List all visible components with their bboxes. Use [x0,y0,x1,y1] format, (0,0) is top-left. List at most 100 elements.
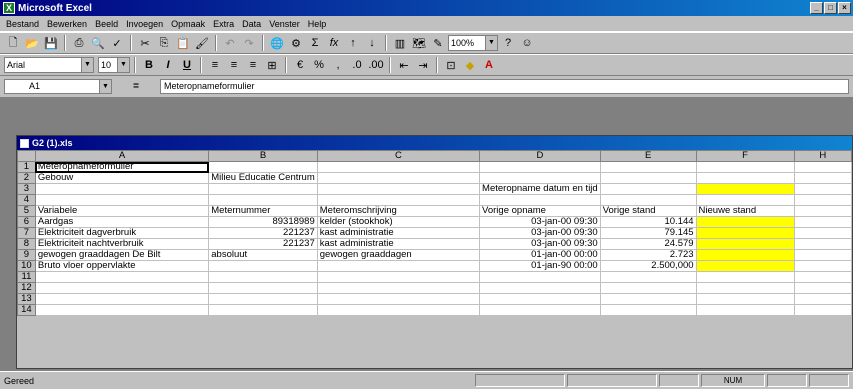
increase-indent-icon[interactable]: ⇥ [414,56,432,74]
sort-descending-icon[interactable]: ↓ [363,34,381,52]
cell-e5[interactable]: Vorige stand [599,205,697,217]
cell-f4[interactable] [695,194,795,206]
column-header-b[interactable]: B [208,150,318,162]
undo-icon[interactable]: ↶ [221,34,239,52]
column-header-f[interactable]: F [695,150,795,162]
cell-b14[interactable] [208,304,318,316]
cell-f3[interactable] [695,183,795,195]
cell-c11[interactable] [316,271,481,283]
cell-c5[interactable]: Meteromschrijving [316,205,481,217]
row-header[interactable]: 8 [17,238,36,250]
cell-d1[interactable] [479,161,601,173]
cell-b3[interactable] [208,183,318,195]
cell-e8[interactable]: 24.579 [599,238,697,250]
cell-c7[interactable]: kast administratie [316,227,481,239]
close-button[interactable]: × [838,2,851,14]
decrease-decimal-icon[interactable]: .00 [367,56,385,74]
format-painter-icon[interactable]: 🖌 [193,34,211,52]
cell-a3[interactable] [34,183,210,195]
bold-icon[interactable]: B [140,56,158,74]
increase-decimal-icon[interactable]: .0 [348,56,366,74]
cell-b9[interactable]: absoluut [208,249,318,261]
cell-h14[interactable] [793,304,853,316]
merge-center-icon[interactable]: ⊞ [263,56,281,74]
cell-f14[interactable] [695,304,795,316]
function-icon[interactable]: fx [325,34,343,52]
menu-help[interactable]: Help [304,19,331,29]
column-header-a[interactable]: A [34,150,210,162]
menu-venster[interactable]: Venster [265,19,304,29]
cell-f2[interactable] [695,172,795,184]
menu-bestand[interactable]: Bestand [2,19,43,29]
cell-b4[interactable] [208,194,318,206]
cell-c8[interactable]: kast administratie [316,238,481,250]
cut-icon[interactable]: ✂ [136,34,154,52]
redo-icon[interactable]: ↷ [240,34,258,52]
cell-f12[interactable] [695,282,795,294]
fill-color-icon[interactable]: ◆ [461,56,479,74]
row-header[interactable]: 11 [17,271,36,283]
minimize-button[interactable]: _ [810,2,823,14]
cell-e12[interactable] [599,282,697,294]
menu-extra[interactable]: Extra [209,19,238,29]
cell-f11[interactable] [695,271,795,283]
cell-h2[interactable] [793,172,853,184]
copy-icon[interactable]: ⎘ [155,34,173,52]
row-header[interactable]: 1 [17,161,36,173]
cell-e7[interactable]: 79.145 [599,227,697,239]
cell-h9[interactable] [793,249,853,261]
autosum-icon[interactable]: Σ [306,34,324,52]
cell-h6[interactable] [793,216,853,228]
cell-d9[interactable]: 01-jan-00 00:00 [479,249,601,261]
cell-b10[interactable] [208,260,318,272]
column-header-c[interactable]: C [316,150,481,162]
row-header[interactable]: 12 [17,282,36,294]
cell-a1[interactable]: Meteropnameformulier [34,161,210,173]
cell-a10[interactable]: Bruto vloer oppervlakte [34,260,210,272]
cell-d12[interactable] [479,282,601,294]
cell-e9[interactable]: 2.723 [599,249,697,261]
cell-c3[interactable] [316,183,481,195]
align-right-icon[interactable]: ≡ [244,56,262,74]
cell-c13[interactable] [316,293,481,305]
cell-c4[interactable] [316,194,481,206]
menu-beeld[interactable]: Beeld [91,19,122,29]
cell-f1[interactable] [695,161,795,173]
name-box[interactable]: A1 ▼ [4,78,112,94]
cell-h5[interactable] [793,205,853,217]
formula-input[interactable]: Meteropnameformulier [160,78,849,94]
maximize-button[interactable]: □ [824,2,837,14]
cell-h10[interactable] [793,260,853,272]
cell-c6[interactable]: kelder (stookhok) [316,216,481,228]
cell-b13[interactable] [208,293,318,305]
column-header-h[interactable]: H [793,150,853,162]
cell-a14[interactable] [34,304,210,316]
save-icon[interactable]: 💾 [42,34,60,52]
cell-e3[interactable] [599,183,697,195]
menu-bewerken[interactable]: Bewerken [43,19,91,29]
cell-d4[interactable] [479,194,601,206]
map-icon[interactable]: 🗺 [410,34,428,52]
cell-a11[interactable] [34,271,210,283]
cell-h12[interactable] [793,282,853,294]
cell-b12[interactable] [208,282,318,294]
row-header[interactable]: 9 [17,249,36,261]
thousands-separator-icon[interactable]: , [329,56,347,74]
office-assistant-icon[interactable]: ☺ [518,34,536,52]
open-folder-icon[interactable]: 📂 [23,34,41,52]
cell-e1[interactable] [599,161,697,173]
currency-icon[interactable]: € [291,56,309,74]
cell-h4[interactable] [793,194,853,206]
cell-h7[interactable] [793,227,853,239]
cell-c14[interactable] [316,304,481,316]
row-header[interactable]: 10 [17,260,36,272]
row-header[interactable]: 2 [17,172,36,184]
cell-d13[interactable] [479,293,601,305]
cell-f8[interactable] [695,238,795,250]
cell-f13[interactable] [695,293,795,305]
row-header[interactable]: 13 [17,293,36,305]
cell-f5[interactable]: Nieuwe stand [695,205,795,217]
print-preview-icon[interactable]: 🔍 [89,34,107,52]
cell-d7[interactable]: 03-jan-00 09:30 [479,227,601,239]
cell-h3[interactable] [793,183,853,195]
